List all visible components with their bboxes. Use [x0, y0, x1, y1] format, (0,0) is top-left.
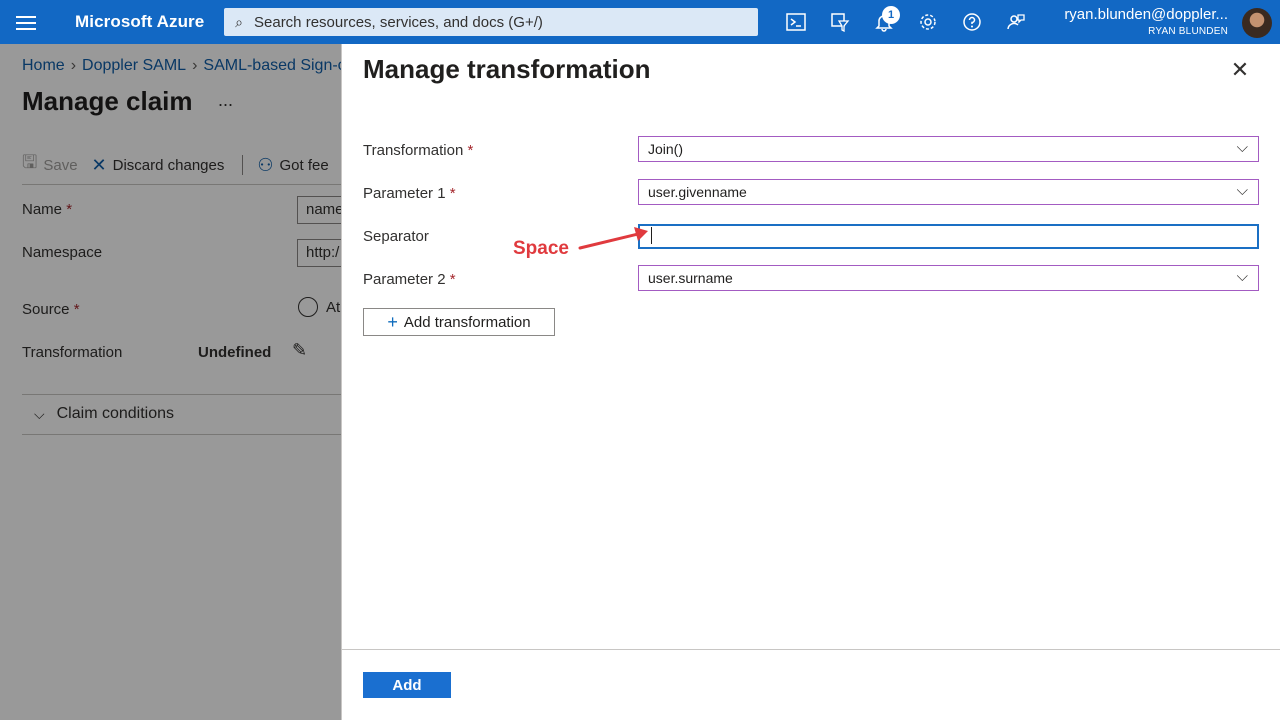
close-icon: ✕ — [1230, 57, 1250, 82]
transformation-label-text: Transformation — [363, 142, 464, 159]
required-mark: * — [449, 271, 456, 288]
search-input[interactable]: ⌕ Search resources, services, and docs (… — [224, 8, 758, 36]
plus-icon: + — [387, 312, 398, 332]
annotation-label: Space — [513, 238, 569, 259]
directory-filter-icon[interactable] — [828, 10, 852, 34]
notification-badge: 1 — [882, 6, 900, 24]
chevron-down-icon: ⌵ — [1236, 139, 1248, 156]
search-icon: ⌕ — [235, 13, 243, 30]
transformation-label: Transformation * — [363, 142, 473, 159]
chevron-down-icon: ⌵ — [1236, 182, 1248, 199]
hamburger-icon[interactable] — [14, 12, 38, 32]
transformation-dropdown[interactable]: Join() ⌵ — [638, 136, 1259, 162]
required-mark: * — [449, 185, 456, 202]
panel-title: Manage transformation — [363, 54, 651, 84]
parameter-2-label: Parameter 2 * — [363, 271, 456, 288]
account-name: RYAN BLUNDEN — [1148, 26, 1228, 37]
parameter-1-label-text: Parameter 1 — [363, 185, 446, 202]
parameter-1-value: user.givenname — [648, 184, 747, 200]
parameter-2-value: user.surname — [648, 270, 733, 286]
chevron-down-icon: ⌵ — [1236, 268, 1248, 285]
modal-overlay[interactable] — [0, 44, 341, 720]
transformation-dropdown-value: Join() — [648, 141, 684, 157]
feedback-icon[interactable] — [1004, 10, 1028, 34]
top-bar: Microsoft Azure ⌕ Search resources, serv… — [0, 0, 1280, 44]
add-button[interactable]: Add — [363, 672, 451, 698]
manage-transformation-panel: Manage transformation ✕ Transformation *… — [341, 44, 1280, 720]
parameter-2-dropdown[interactable]: user.surname ⌵ — [638, 265, 1259, 291]
search-placeholder: Search resources, services, and docs (G+… — [254, 13, 543, 31]
add-transformation-button[interactable]: + Add transformation — [363, 308, 555, 336]
brand-title[interactable]: Microsoft Azure — [75, 12, 204, 32]
avatar[interactable] — [1242, 8, 1272, 38]
add-transformation-label: Add transformation — [403, 313, 531, 331]
cloud-shell-icon[interactable] — [784, 10, 808, 34]
parameter-1-label: Parameter 1 * — [363, 185, 456, 202]
parameter-2-label-text: Parameter 2 — [363, 271, 446, 288]
account-email: ryan.blunden@doppler... — [1064, 6, 1228, 23]
separator-input[interactable] — [638, 224, 1259, 249]
account-menu[interactable]: ryan.blunden@doppler... RYAN BLUNDEN — [1064, 6, 1228, 37]
separator-label: Separator — [363, 228, 429, 245]
annotation-arrow-icon — [578, 227, 648, 250]
required-mark: * — [467, 142, 474, 159]
divider — [342, 649, 1280, 650]
help-icon[interactable] — [960, 10, 984, 34]
text-caret — [651, 227, 652, 244]
gear-icon[interactable] — [916, 10, 940, 34]
close-panel-button[interactable]: ✕ — [1228, 58, 1252, 82]
parameter-1-dropdown[interactable]: user.givenname ⌵ — [638, 179, 1259, 205]
